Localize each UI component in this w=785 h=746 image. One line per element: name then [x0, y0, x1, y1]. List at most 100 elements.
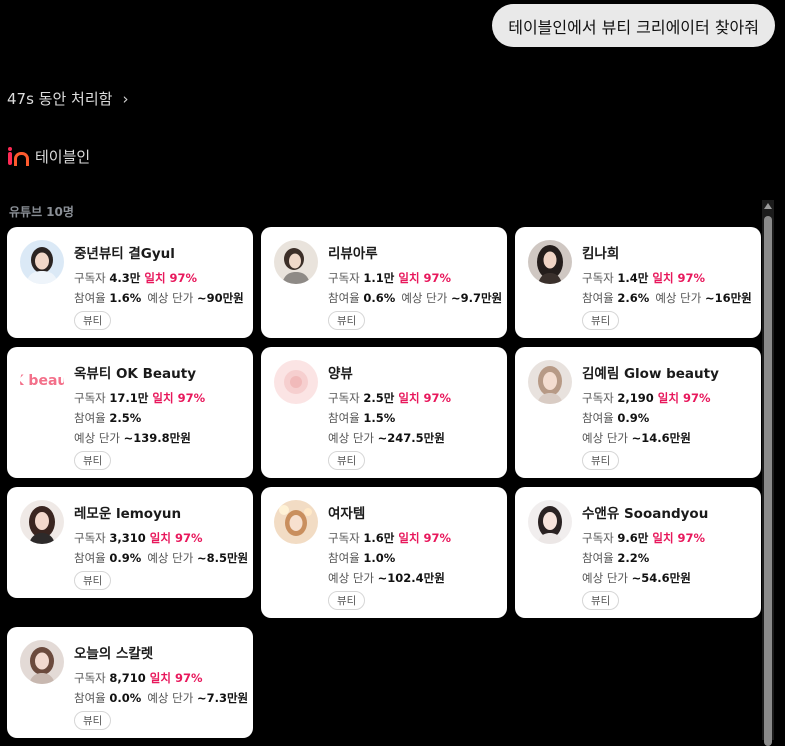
- subscribers-label: 구독자: [74, 391, 106, 405]
- price-value: ~14.6만원: [631, 431, 691, 445]
- scroll-up-arrow-icon[interactable]: [764, 203, 772, 209]
- creator-avatar: OK beauty: [20, 360, 64, 404]
- engagement-value: 0.6%: [363, 291, 396, 305]
- engagement-label: 참여율: [74, 411, 106, 425]
- creator-card[interactable]: 여자템 구독자 1.6만 일치 97% 참여율 1.0% 예상 단가 ~102.4…: [261, 487, 507, 618]
- creator-card[interactable]: OK beauty 옥뷰티 OK Beauty 구독자 17.1만일치 97% …: [7, 347, 253, 478]
- engagement-value: 0.0%: [109, 691, 142, 705]
- platform-label: 유튜브: [9, 205, 43, 219]
- creator-card[interactable]: 킴나희 구독자 1.4만 일치 97% 참여율 2.6% 예상 단가 ~16만원 뷰…: [515, 227, 761, 338]
- match-badge: 일치 97%: [398, 531, 451, 545]
- subscribers-label: 구독자: [74, 531, 106, 545]
- category-tag: 뷰티: [582, 591, 620, 610]
- match-value: 97%: [174, 671, 203, 685]
- match-label: 일치: [149, 671, 171, 685]
- creator-card[interactable]: 레모운 lemoyun 구독자 3,310 일치 97% 참여율 0.9% 예상 단…: [7, 487, 253, 598]
- match-label: 일치: [657, 391, 679, 405]
- creator-name: 중년뷰티 결Gyul: [74, 246, 175, 262]
- match-badge: 일치 97%: [658, 391, 711, 405]
- section-label: 유튜브 10명: [9, 203, 74, 220]
- category-tag: 뷰티: [582, 451, 620, 470]
- match-value: 97%: [677, 531, 706, 545]
- creator-grid: 중년뷰티 결Gyul 구독자 4.3만 일치 97% 참여율 1.6% 예상 단가 …: [7, 227, 761, 738]
- price-label: 예상 단가: [147, 291, 194, 305]
- price-label: 예상 단가: [328, 571, 374, 585]
- match-badge: 일치 97%: [150, 671, 203, 685]
- match-badge: 일치 97%: [652, 271, 705, 285]
- subscribers-label: 구독자: [582, 531, 614, 545]
- creator-name: 양뷰: [328, 366, 353, 382]
- subscribers-label: 구독자: [74, 671, 106, 685]
- creator-name: 옥뷰티 OK Beauty: [74, 366, 197, 382]
- creator-avatar: [274, 240, 318, 284]
- creator-avatar: [528, 360, 572, 404]
- price-value: ~7.3만원: [196, 691, 249, 705]
- creator-card[interactable]: 김예림 Glow beauty 구독자 2,190 일치 97% 참여율 0.9%…: [515, 347, 761, 478]
- price-value: ~139.8만원: [123, 431, 191, 445]
- scrollbar[interactable]: [762, 200, 774, 746]
- subscribers-value: 1.1만: [363, 271, 395, 285]
- match-badge: 일치 97%: [150, 531, 203, 545]
- match-badge: 일치 97%: [144, 271, 197, 285]
- creator-name: 리뷰아루: [328, 246, 378, 262]
- match-label: 일치: [398, 531, 420, 545]
- creator-card[interactable]: 리뷰아루 구독자 1.1만 일치 97% 참여율 0.6% 예상 단가 ~9.7만원…: [261, 227, 507, 338]
- match-value: 97%: [174, 531, 203, 545]
- source-header: 테이블인: [7, 146, 90, 167]
- engagement-label: 참여율: [582, 411, 614, 425]
- match-badge: 일치 97%: [398, 391, 451, 405]
- creator-avatar: [274, 500, 318, 544]
- engagement-value: 0.9%: [617, 411, 650, 425]
- engagement-label: 참여율: [328, 551, 360, 565]
- category-tag: 뷰티: [582, 311, 620, 330]
- price-value: ~9.7만원: [450, 291, 503, 305]
- match-value: 97%: [177, 391, 206, 405]
- category-tag: 뷰티: [328, 451, 366, 470]
- category-tag: 뷰티: [328, 591, 366, 610]
- subscribers-value: 4.3만: [109, 271, 141, 285]
- subscribers-value: 2,190: [617, 391, 654, 405]
- subscribers-value: 1.4만: [617, 271, 649, 285]
- creator-card[interactable]: 양뷰 구독자 2.5만 일치 97% 참여율 1.5% 예상 단가 ~247.5만…: [261, 347, 507, 478]
- category-tag: 뷰티: [74, 451, 112, 470]
- engagement-value: 0.9%: [109, 551, 142, 565]
- match-value: 97%: [677, 271, 706, 285]
- match-value: 97%: [423, 271, 452, 285]
- price-value: ~16만원: [704, 291, 752, 305]
- creator-name: 수앤유 Sooandyou: [582, 506, 709, 522]
- engagement-value: 2.2%: [617, 551, 650, 565]
- subscribers-label: 구독자: [328, 391, 360, 405]
- subscribers-label: 구독자: [328, 531, 360, 545]
- engagement-value: 2.5%: [109, 411, 142, 425]
- subscribers-value: 1.6만: [363, 531, 395, 545]
- creator-name: 여자템: [328, 506, 366, 522]
- match-label: 일치: [398, 271, 420, 285]
- price-label: 예상 단가: [582, 431, 628, 445]
- creator-name: 레모운 lemoyun: [74, 506, 182, 522]
- creator-card[interactable]: 오늘의 스칼렛 구독자 8,710 일치 97% 참여율 0.0% 예상 단가 ~7…: [7, 627, 253, 738]
- thinking-label: 47s 동안 처리함: [7, 90, 113, 108]
- match-label: 일치: [652, 271, 674, 285]
- source-name: 테이블인: [35, 148, 91, 166]
- subscribers-value: 9.6만: [617, 531, 649, 545]
- thinking-toggle[interactable]: 47s 동안 처리함 ›: [7, 88, 128, 109]
- category-tag: 뷰티: [74, 311, 112, 330]
- subscribers-value: 3,310: [109, 531, 146, 545]
- creator-card[interactable]: 수앤유 Sooandyou 구독자 9.6만 일치 97% 참여율 2.2% 예상…: [515, 487, 761, 618]
- match-label: 일치: [652, 531, 674, 545]
- subscribers-value: 8,710: [109, 671, 146, 685]
- match-value: 97%: [682, 391, 711, 405]
- creator-name: 김예림 Glow beauty: [582, 366, 719, 382]
- price-label: 예상 단가: [147, 691, 194, 705]
- match-badge: 일치 97%: [652, 531, 705, 545]
- creator-name: 오늘의 스칼렛: [74, 646, 154, 662]
- engagement-label: 참여율: [582, 291, 614, 305]
- match-label: 일치: [144, 271, 166, 285]
- engagement-value: 1.6%: [109, 291, 142, 305]
- chevron-right-icon: ›: [122, 89, 129, 108]
- price-value: ~54.6만원: [631, 571, 691, 585]
- category-tag: 뷰티: [74, 711, 112, 730]
- creator-avatar: [20, 240, 64, 284]
- scroll-thumb[interactable]: [764, 216, 772, 746]
- creator-card[interactable]: 중년뷰티 결Gyul 구독자 4.3만 일치 97% 참여율 1.6% 예상 단가 …: [7, 227, 253, 338]
